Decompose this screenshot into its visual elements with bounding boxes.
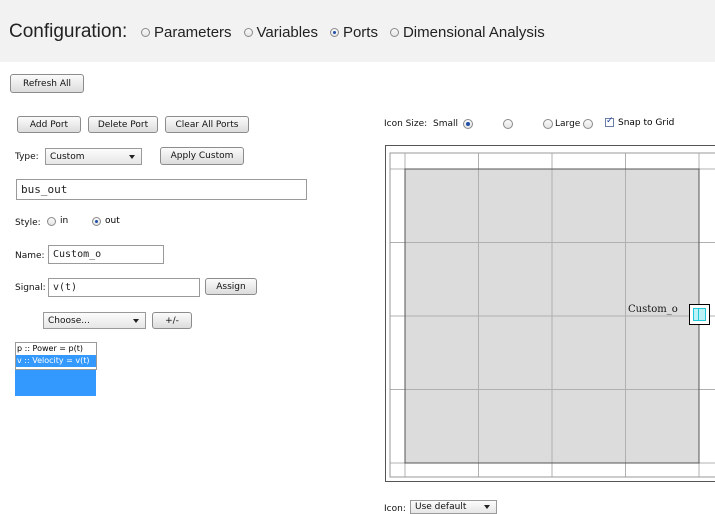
configuration-tabs: Parameters Variables Ports Dimensional A… bbox=[141, 24, 557, 41]
snap-to-grid-checkbox[interactable]: Snap to Grid bbox=[605, 116, 675, 128]
tab-parameters[interactable]: Parameters bbox=[141, 24, 232, 41]
signal-label: Signal: bbox=[15, 283, 46, 293]
tab-parameters-label: Parameters bbox=[154, 24, 232, 41]
tab-dimensional-analysis-radio[interactable] bbox=[389, 28, 399, 37]
icon-label: Icon: bbox=[384, 504, 406, 514]
tab-variables-label: Variables bbox=[256, 24, 318, 41]
assign-button[interactable]: Assign bbox=[205, 278, 257, 295]
tab-ports-label: Ports bbox=[342, 24, 378, 41]
icon-size-radio-3[interactable] bbox=[542, 119, 553, 129]
type-select-value: Custom bbox=[50, 151, 85, 162]
port-connector bbox=[693, 308, 706, 321]
signal-field[interactable]: v(t) bbox=[48, 278, 200, 297]
icon-size-radio-1[interactable] bbox=[463, 119, 473, 129]
choose-signal-value: Choose... bbox=[48, 315, 90, 326]
chevron-down-icon bbox=[133, 318, 139, 323]
apply-custom-button[interactable]: Apply Custom bbox=[160, 147, 244, 165]
icon-size-large-label: Large bbox=[555, 119, 581, 129]
signals-list[interactable]: p :: Power = p(t) v :: Velocity = v(t) bbox=[15, 342, 97, 370]
checkbox-icon[interactable] bbox=[605, 116, 614, 127]
icon-size-radio-4[interactable] bbox=[582, 119, 593, 129]
name-field[interactable]: Custom_o bbox=[48, 245, 164, 264]
port-icon[interactable] bbox=[689, 304, 710, 325]
style-out-label: out bbox=[105, 216, 120, 226]
plus-minus-button[interactable]: +/- bbox=[152, 312, 192, 329]
chevron-down-icon bbox=[129, 154, 135, 159]
port-connector-divider bbox=[698, 308, 699, 321]
icon-select[interactable]: Use default bbox=[410, 500, 497, 514]
list-item-selected[interactable]: v :: Velocity = v(t) bbox=[16, 355, 96, 367]
style-out-option[interactable]: out bbox=[92, 216, 120, 226]
style-in-label: in bbox=[60, 216, 69, 226]
tab-parameters-radio[interactable] bbox=[141, 28, 150, 37]
tab-dimensional-analysis-label: Dimensional Analysis bbox=[402, 24, 545, 41]
icon-select-value: Use default bbox=[415, 502, 467, 512]
style-out-radio[interactable] bbox=[92, 216, 101, 226]
icon-size-radio-2[interactable] bbox=[502, 119, 513, 129]
tab-variables-radio[interactable] bbox=[243, 28, 253, 37]
type-select[interactable]: Custom bbox=[45, 148, 142, 165]
type-label: Type: bbox=[15, 152, 39, 162]
tab-variables[interactable]: Variables bbox=[243, 24, 318, 41]
list-item[interactable]: p :: Power = p(t) bbox=[16, 343, 96, 355]
icon-size-small-label: Small bbox=[433, 119, 458, 129]
configuration-title: Configuration: bbox=[9, 21, 128, 42]
port-label: Custom_o bbox=[628, 304, 678, 315]
style-in-radio[interactable] bbox=[47, 216, 56, 226]
name-label: Name: bbox=[15, 251, 45, 261]
add-port-button[interactable]: Add Port bbox=[17, 116, 81, 133]
choose-signal-select[interactable]: Choose... bbox=[43, 312, 146, 329]
style-label: Style: bbox=[15, 218, 41, 228]
delete-port-button[interactable]: Delete Port bbox=[88, 116, 158, 133]
clear-all-ports-button[interactable]: Clear All Ports bbox=[165, 116, 249, 133]
tab-dimensional-analysis[interactable]: Dimensional Analysis bbox=[389, 24, 545, 41]
style-in-option[interactable]: in bbox=[47, 216, 68, 226]
snap-to-grid-label: Snap to Grid bbox=[618, 118, 675, 128]
refresh-all-button[interactable]: Refresh All bbox=[10, 74, 84, 93]
port-type-field[interactable]: bus_out bbox=[16, 179, 307, 200]
tab-ports[interactable]: Ports bbox=[329, 24, 378, 41]
icon-size-label: Icon Size: bbox=[384, 119, 428, 129]
chevron-down-icon bbox=[484, 505, 490, 509]
tab-ports-radio[interactable] bbox=[329, 28, 339, 37]
